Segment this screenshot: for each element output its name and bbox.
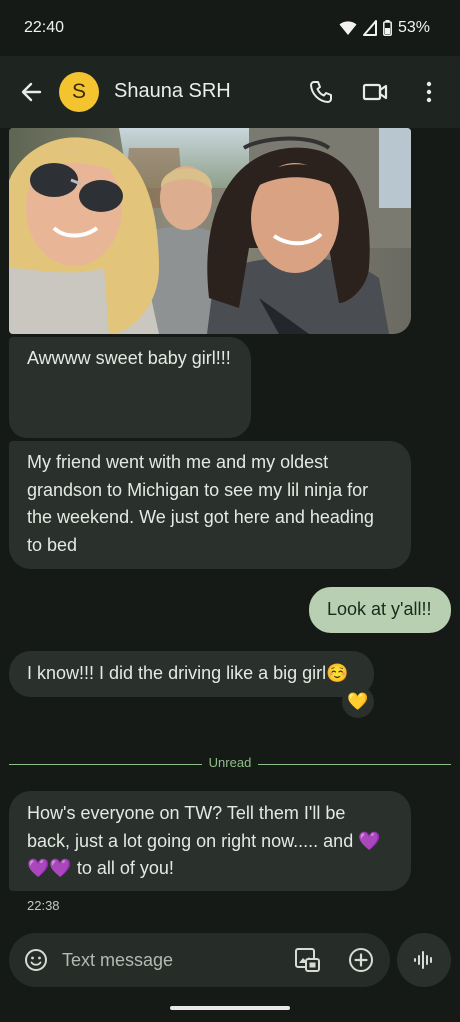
message-text: I know!!! I did the driving like a big g… [27, 663, 349, 683]
avatar[interactable]: S [59, 72, 99, 112]
message-line: to bed [27, 534, 78, 555]
phone-icon[interactable] [307, 78, 335, 106]
message-text: Awwww sweet baby girl!!! [27, 348, 231, 368]
wifi-icon [339, 21, 357, 35]
message-bubble[interactable]: How's everyone on TW? Tell them I'll be … [9, 791, 411, 891]
status-bar: 22:40 53% [0, 0, 460, 56]
compose-bar [9, 933, 390, 987]
message-line: 💜💜 to all of you! [27, 858, 174, 878]
status-time: 22:40 [24, 19, 65, 36]
shared-photo[interactable] [9, 128, 411, 334]
message-bubble[interactable]: I know!!! I did the driving like a big g… [9, 651, 374, 697]
message-input[interactable] [62, 945, 272, 975]
unread-label: Unread [208, 755, 252, 770]
reaction-emoji: 💛 [347, 692, 369, 711]
selfie-image [9, 128, 411, 334]
back-arrow-icon[interactable] [18, 78, 46, 106]
message-line: the weekend. We just got here and headin… [27, 507, 374, 527]
message-line: My friend went with me and my oldest [27, 452, 329, 472]
status-icons: 53% [339, 19, 430, 37]
message-line: How's everyone on TW? Tell them I'll be [27, 803, 346, 823]
message-text: Look at y'all!! [327, 599, 432, 619]
conversation-header: S Shauna SRH [0, 56, 460, 128]
more-vert-icon[interactable] [415, 78, 443, 106]
message-bubble[interactable]: My friend went with me and my oldest gra… [9, 441, 411, 569]
add-icon[interactable] [348, 947, 374, 973]
battery-icon [383, 20, 392, 36]
message-bubble-outgoing[interactable]: Look at y'all!! [309, 587, 451, 633]
voice-icon [414, 951, 432, 969]
message-line: grandson to Michigan to see my lil ninja… [27, 479, 369, 500]
message-line: back, just a lot going on right now.....… [27, 830, 381, 851]
signal-icon [362, 20, 377, 36]
battery-level: 53% [397, 19, 430, 36]
message-reaction[interactable]: 💛 [342, 686, 374, 718]
voice-message-button[interactable] [397, 933, 451, 987]
message-timestamp: 22:38 [27, 898, 60, 913]
gesture-nav-bar[interactable] [170, 1006, 290, 1010]
emoji-icon[interactable] [24, 948, 48, 972]
message-bubble[interactable]: Awwww sweet baby girl!!! [9, 337, 251, 438]
avatar-letter: S [71, 80, 86, 103]
contact-name[interactable]: Shauna SRH [114, 80, 231, 103]
gallery-icon[interactable] [294, 947, 320, 973]
video-call-icon[interactable] [361, 78, 389, 106]
